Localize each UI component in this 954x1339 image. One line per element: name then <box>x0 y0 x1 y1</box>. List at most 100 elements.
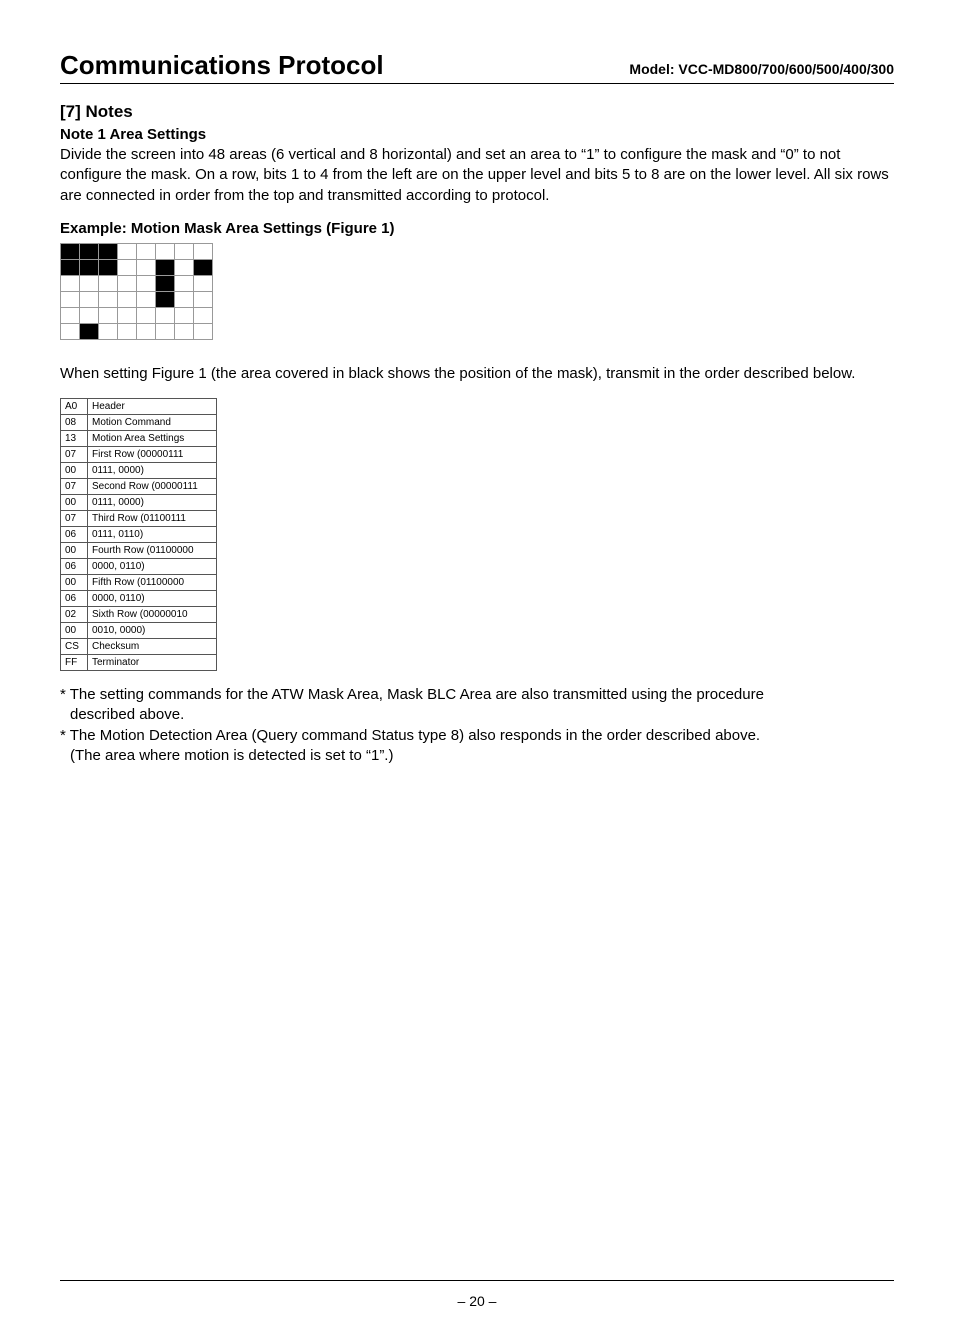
mask-grid-cell <box>80 243 99 259</box>
mask-grid-cell <box>80 291 99 307</box>
byte-code-cell: 13 <box>61 431 88 447</box>
mask-grid-cell <box>156 275 175 291</box>
byte-desc-cell: 0111, 0000) <box>88 463 217 479</box>
footnote-2-line-2: (The area where motion is detected is se… <box>60 746 894 766</box>
mask-grid-cell <box>99 323 118 339</box>
mask-grid-cell <box>61 323 80 339</box>
byte-code-cell: 07 <box>61 479 88 495</box>
mask-grid-cell <box>137 323 156 339</box>
example-title: Example: Motion Mask Area Settings (Figu… <box>60 220 894 237</box>
byte-code-cell: 00 <box>61 463 88 479</box>
byte-desc-cell: 0111, 0000) <box>88 495 217 511</box>
mask-grid-cell <box>156 243 175 259</box>
byte-desc-cell: 0000, 0110) <box>88 591 217 607</box>
mask-grid-figure <box>60 243 213 340</box>
header-title: Communications Protocol <box>60 50 384 81</box>
mask-grid-cell <box>80 275 99 291</box>
mask-grid-cell <box>118 307 137 323</box>
byte-code-cell: CS <box>61 639 88 655</box>
mask-grid-cell <box>80 259 99 275</box>
byte-code-cell: 00 <box>61 543 88 559</box>
mask-grid-cell <box>61 243 80 259</box>
byte-desc-cell: Motion Area Settings <box>88 431 217 447</box>
byte-desc-cell: Third Row (01100111 <box>88 511 217 527</box>
paragraph-figure-desc: When setting Figure 1 (the area covered … <box>60 364 894 384</box>
byte-code-cell: 06 <box>61 559 88 575</box>
mask-grid-cell <box>194 243 213 259</box>
mask-grid-cell <box>118 243 137 259</box>
mask-grid-cell <box>194 275 213 291</box>
mask-grid-cell <box>194 291 213 307</box>
byte-desc-cell: Terminator <box>88 655 217 671</box>
mask-grid-cell <box>99 307 118 323</box>
footnote-1-line-1: * The setting commands for the ATW Mask … <box>60 685 894 705</box>
mask-grid-cell <box>99 291 118 307</box>
mask-grid-cell <box>118 275 137 291</box>
mask-grid-cell <box>194 259 213 275</box>
header-model: Model: VCC-MD800/700/600/500/400/300 <box>629 61 894 77</box>
byte-desc-cell: First Row (00000111 <box>88 447 217 463</box>
mask-grid-cell <box>80 323 99 339</box>
page-header: Communications Protocol Model: VCC-MD800… <box>60 50 894 84</box>
mask-grid-cell <box>61 291 80 307</box>
footnote-2-line-1: * The Motion Detection Area (Query comma… <box>60 726 894 746</box>
byte-desc-cell: Fifth Row (01100000 <box>88 575 217 591</box>
mask-grid-cell <box>175 291 194 307</box>
mask-grid-cell <box>99 275 118 291</box>
byte-desc-cell: 0111, 0110) <box>88 527 217 543</box>
section-number-title: [7] Notes <box>60 102 894 122</box>
mask-grid-cell <box>137 243 156 259</box>
byte-code-cell: 07 <box>61 447 88 463</box>
mask-grid-cell <box>137 275 156 291</box>
byte-desc-cell: 0000, 0110) <box>88 559 217 575</box>
mask-grid-cell <box>99 259 118 275</box>
mask-grid-cell <box>194 307 213 323</box>
mask-grid-cell <box>175 307 194 323</box>
byte-code-cell: 00 <box>61 575 88 591</box>
byte-desc-cell: Sixth Row (00000010 <box>88 607 217 623</box>
byte-code-cell: FF <box>61 655 88 671</box>
byte-code-cell: 00 <box>61 623 88 639</box>
paragraph-intro: Divide the screen into 48 areas (6 verti… <box>60 145 894 206</box>
byte-code-cell: 02 <box>61 607 88 623</box>
byte-desc-cell: Header <box>88 399 217 415</box>
mask-grid-cell <box>137 291 156 307</box>
mask-grid-cell <box>156 323 175 339</box>
mask-grid-cell <box>156 291 175 307</box>
mask-grid-cell <box>61 307 80 323</box>
mask-grid-cell <box>118 323 137 339</box>
mask-grid-cell <box>61 259 80 275</box>
byte-desc-cell: Second Row (00000111 <box>88 479 217 495</box>
mask-grid-cell <box>99 243 118 259</box>
page-number: – 20 – <box>458 1293 497 1309</box>
byte-code-cell: 07 <box>61 511 88 527</box>
byte-sequence-table: A0Header08Motion Command13Motion Area Se… <box>60 398 217 671</box>
mask-grid-cell <box>175 243 194 259</box>
byte-code-cell: 00 <box>61 495 88 511</box>
mask-grid-cell <box>175 323 194 339</box>
footnote-1-line-2: described above. <box>60 705 894 725</box>
mask-grid-cell <box>137 307 156 323</box>
mask-grid-cell <box>118 259 137 275</box>
mask-grid-cell <box>61 275 80 291</box>
byte-desc-cell: Checksum <box>88 639 217 655</box>
mask-grid-cell <box>80 307 99 323</box>
mask-grid-cell <box>137 259 156 275</box>
mask-grid-cell <box>175 259 194 275</box>
mask-grid-cell <box>156 259 175 275</box>
mask-grid-cell <box>118 291 137 307</box>
footnotes-block: * The setting commands for the ATW Mask … <box>60 685 894 766</box>
byte-code-cell: 08 <box>61 415 88 431</box>
mask-grid-cell <box>175 275 194 291</box>
byte-code-cell: 06 <box>61 591 88 607</box>
byte-desc-cell: Motion Command <box>88 415 217 431</box>
byte-code-cell: A0 <box>61 399 88 415</box>
mask-grid-cell <box>156 307 175 323</box>
mask-grid-cell <box>194 323 213 339</box>
footer-divider <box>60 1280 894 1281</box>
byte-desc-cell: Fourth Row (01100000 <box>88 543 217 559</box>
page-footer: – 20 – <box>0 1280 954 1309</box>
byte-code-cell: 06 <box>61 527 88 543</box>
note-title: Note 1 Area Settings <box>60 126 894 143</box>
byte-desc-cell: 0010, 0000) <box>88 623 217 639</box>
